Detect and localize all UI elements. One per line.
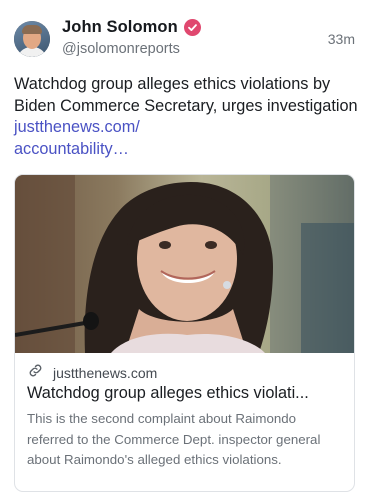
author-handle[interactable]: @jsolomonreports [62,41,180,57]
avatar[interactable] [14,21,50,57]
link-card-description: This is the second complaint about Raimo… [27,411,321,467]
post-body: Watchdog group alleges ethics violations… [14,75,358,115]
link-card-image[interactable] [15,175,354,353]
verified-badge-icon [183,19,201,36]
post-link[interactable]: justthenews.com/ accountability… [14,118,140,158]
author-name[interactable]: John Solomon [62,18,178,37]
link-card-domain-row: justthenews.com [27,362,344,384]
post-text: Watchdog group alleges ethics violations… [14,74,359,160]
link-card-title[interactable]: Watchdog group alleges ethics violati... [27,384,342,403]
post-header: John Solomon @jsolomonreports 33m [14,18,355,62]
link-card-domain[interactable]: justthenews.com [53,365,157,381]
link-card[interactable]: justthenews.com Watchdog group alleges e… [14,174,355,492]
post: John Solomon @jsolomonreports 33m Watchd… [0,0,369,500]
link-card-meta: justthenews.com Watchdog group alleges e… [27,362,344,471]
link-icon [27,362,44,384]
post-timestamp[interactable]: 33m [328,31,355,47]
author-name-row: John Solomon [62,18,201,37]
